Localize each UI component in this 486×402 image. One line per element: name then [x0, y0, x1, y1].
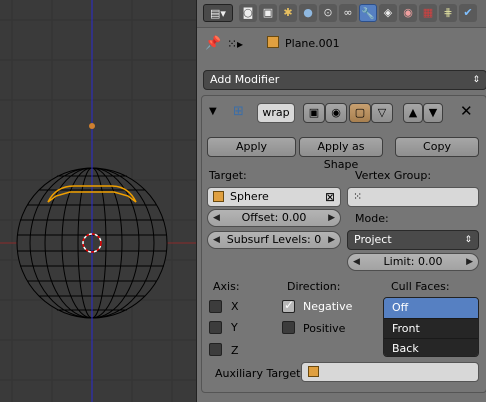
properties-editor: ▤▾ ◙ ▣ ✱ ● ⊙ ∞ 🔧 ◈ ◉ ▦ ⋕ ✔ 📌 ⁙▸ Plane.00… — [196, 0, 486, 402]
properties-header: ▤▾ ◙ ▣ ✱ ● ⊙ ∞ 🔧 ◈ ◉ ▦ ⋕ ✔ — [197, 0, 486, 28]
limit-field[interactable]: ◀ Limit: 0.00 ▶ — [347, 253, 479, 271]
axis-label: Axis: — [213, 280, 240, 293]
axis-x-checkbox[interactable] — [209, 300, 222, 313]
axis-z-label: Z — [231, 344, 239, 357]
cull-faces-label: Cull Faces: — [391, 280, 450, 293]
decrement-icon[interactable]: ◀ — [353, 254, 360, 270]
negative-label: Negative — [303, 300, 353, 313]
object-cube-icon — [213, 191, 224, 202]
particles-icon[interactable]: ⋕ — [439, 4, 457, 22]
move-up-icon[interactable]: ▲ — [403, 103, 423, 123]
auxiliary-target-field[interactable] — [301, 362, 479, 382]
increment-icon[interactable]: ▶ — [328, 210, 335, 226]
object-origin-dot[interactable] — [89, 123, 95, 129]
properties-editor-icon[interactable]: ▤▾ — [203, 4, 233, 22]
axis-x-label: X — [231, 300, 239, 313]
collapse-toggle-icon[interactable]: ▼ — [209, 106, 217, 117]
target-label: Target: — [209, 169, 247, 182]
dropdown-arrows-icon: ⇕ — [464, 235, 472, 245]
render-toggle-icon[interactable]: ▣ — [303, 103, 325, 123]
constraints-link-icon[interactable]: ∞ — [339, 4, 357, 22]
offset-text: Offset: 0.00 — [241, 211, 307, 224]
target-value: Sphere — [230, 190, 269, 203]
offset-field[interactable]: ◀ Offset: 0.00 ▶ — [207, 209, 341, 227]
target-object-field[interactable]: Sphere ⊠ — [207, 187, 341, 207]
vertex-group-label: Vertex Group: — [355, 169, 432, 182]
modifiers-icon[interactable]: 🔧 — [359, 4, 377, 22]
vertex-group-icon: ⁙ — [353, 190, 363, 203]
mode-dropdown[interactable]: Project ⇕ — [347, 230, 479, 250]
copy-button[interactable]: Copy — [395, 137, 479, 157]
auxiliary-target-label: Auxiliary Target — [215, 367, 301, 380]
apply-as-shape-button[interactable]: Apply as Shape — [299, 137, 383, 171]
modifier-name-field[interactable]: wrap — [257, 103, 295, 123]
world-icon[interactable]: ✱ — [279, 4, 297, 22]
constraints-icon[interactable]: ⊙ — [319, 4, 337, 22]
dropdown-arrows-icon: ⇕ — [472, 75, 480, 85]
axis-y-label: Y — [231, 321, 238, 334]
material-icon[interactable]: ◉ — [399, 4, 417, 22]
mesh-data-icon: ⁙▸ — [227, 37, 244, 51]
axis-y-checkbox[interactable] — [209, 321, 222, 334]
object-icon[interactable]: ● — [299, 4, 317, 22]
mode-value: Project — [354, 233, 392, 246]
editmode-toggle-icon[interactable]: ▢ — [349, 103, 371, 123]
pin-icon[interactable]: 📌 — [205, 36, 221, 51]
cage-toggle-icon[interactable]: ▽ — [371, 103, 393, 123]
object-cube-icon — [308, 366, 319, 377]
viewport-toggle-icon[interactable]: ◉ — [325, 103, 347, 123]
increment-icon[interactable]: ▶ — [466, 254, 473, 270]
cull-faces-list[interactable]: Off Front Back — [383, 297, 479, 357]
apply-button[interactable]: Apply — [207, 137, 296, 157]
cull-option-back[interactable]: Back — [384, 338, 478, 356]
cull-option-front[interactable]: Front — [384, 318, 478, 338]
decrement-icon[interactable]: ◀ — [213, 210, 220, 226]
add-modifier-dropdown[interactable]: Add Modifier ⇕ — [203, 70, 486, 90]
clear-target-icon[interactable]: ⊠ — [325, 188, 335, 206]
physics-icon[interactable]: ✔ — [459, 4, 477, 22]
mode-label: Mode: — [355, 212, 389, 225]
object-cube-icon — [267, 36, 279, 48]
scene-icon[interactable]: ▣ — [259, 4, 277, 22]
remove-modifier-icon[interactable]: ✕ — [460, 102, 473, 120]
render-icon[interactable]: ◙ — [239, 4, 257, 22]
negative-checkbox[interactable] — [282, 298, 295, 313]
positive-label: Positive — [303, 322, 346, 335]
direction-label: Direction: — [287, 280, 341, 293]
axis-z-checkbox[interactable] — [209, 343, 222, 356]
increment-icon[interactable]: ▶ — [328, 232, 335, 248]
breadcrumb-object-name: Plane.001 — [285, 37, 340, 50]
viewport-canvas[interactable] — [0, 0, 196, 402]
decrement-icon[interactable]: ◀ — [213, 232, 220, 248]
texture-icon[interactable]: ▦ — [419, 4, 437, 22]
shrinkwrap-icon: ⊞ — [233, 104, 244, 119]
3d-viewport[interactable] — [0, 0, 196, 402]
limit-text: Limit: 0.00 — [383, 255, 443, 268]
positive-checkbox[interactable] — [282, 321, 295, 334]
data-icon[interactable]: ◈ — [379, 4, 397, 22]
subsurf-text: Subsurf Levels: 0 — [226, 233, 322, 246]
vertex-group-field[interactable]: ⁙ — [347, 187, 479, 207]
move-down-icon[interactable]: ▼ — [423, 103, 443, 123]
add-modifier-label: Add Modifier — [210, 73, 280, 86]
cull-option-off[interactable]: Off — [384, 298, 478, 318]
subsurf-levels-field[interactable]: ◀ Subsurf Levels: 0 ▶ — [207, 231, 341, 249]
